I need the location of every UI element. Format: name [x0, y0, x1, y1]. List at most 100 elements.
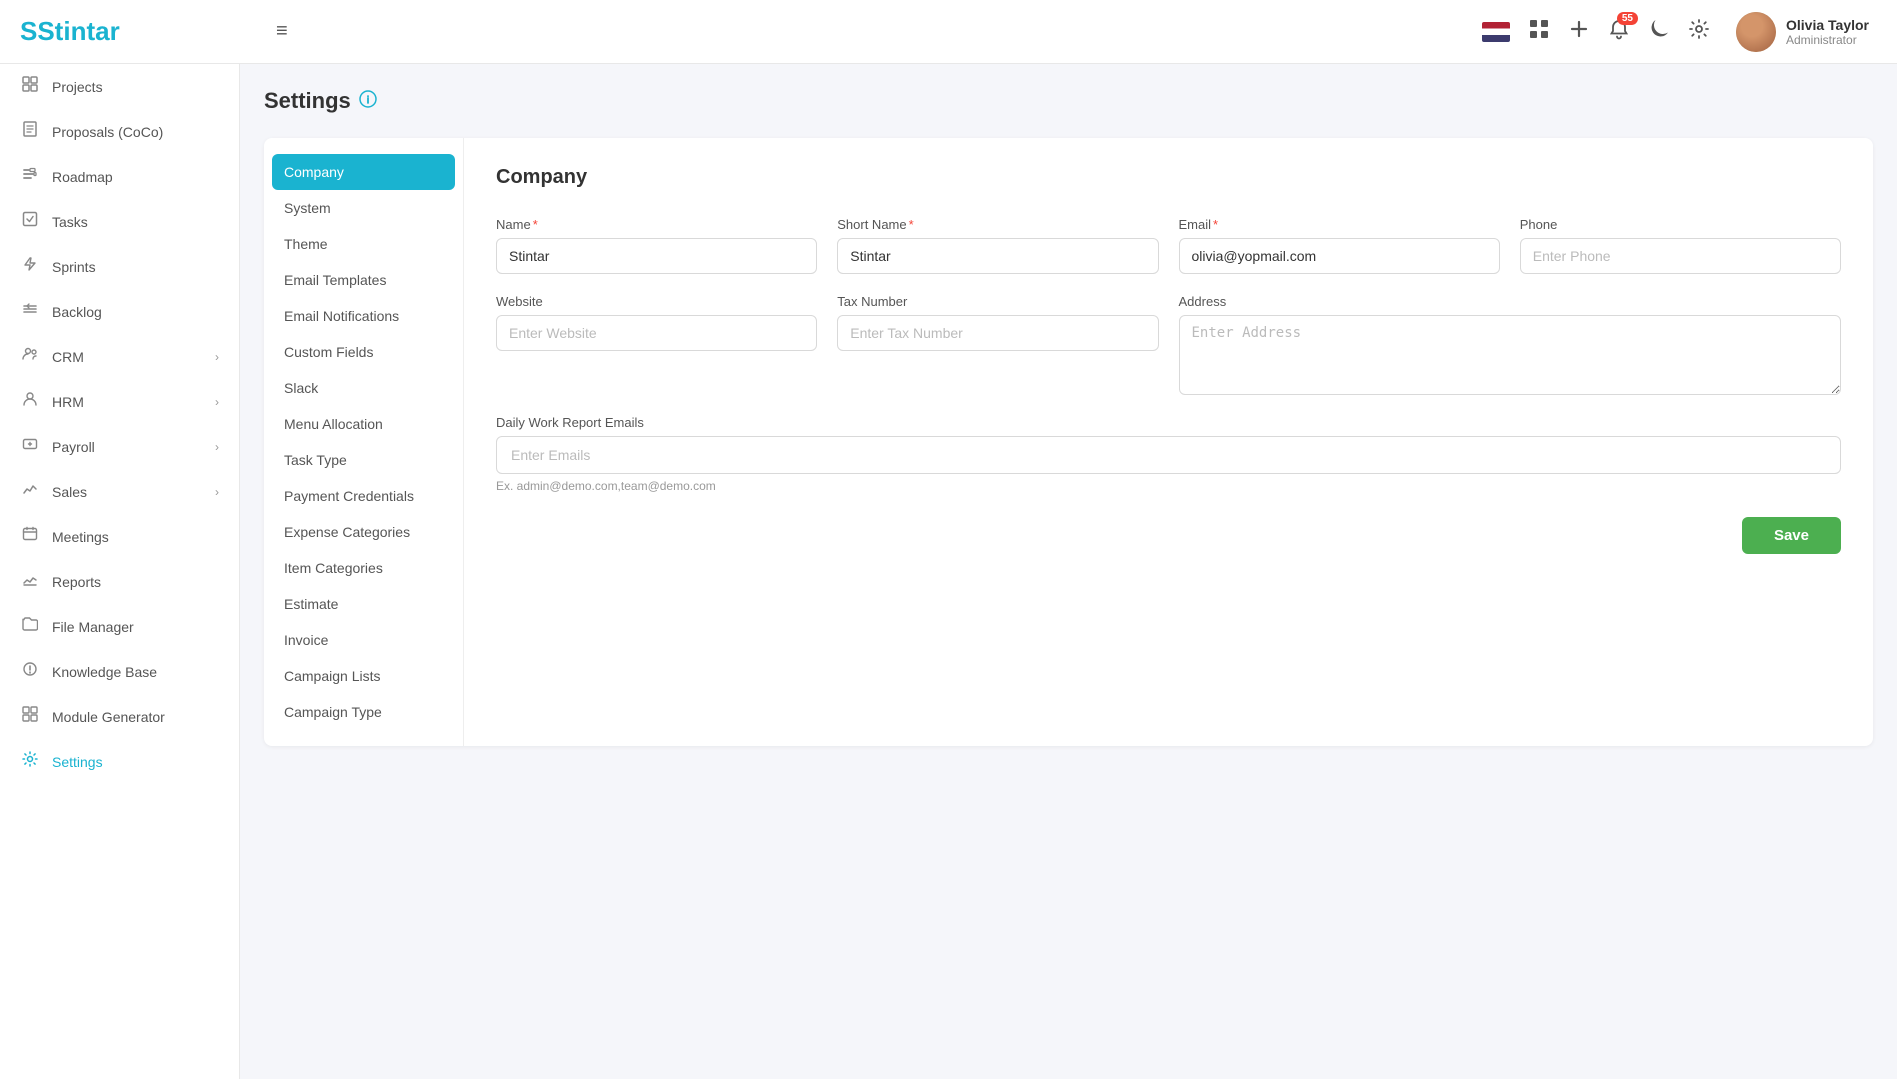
email-label: Email*	[1179, 217, 1500, 232]
settings-sidebar-icon	[20, 751, 40, 772]
sidebar-item-sales[interactable]: Sales ›	[0, 469, 239, 514]
page-title: Settings	[264, 88, 351, 114]
short-name-input[interactable]	[837, 238, 1158, 274]
sidebar-item-projects[interactable]: Projects	[0, 64, 239, 109]
sidebar-file-manager-label: File Manager	[52, 619, 134, 635]
sidebar-meetings-label: Meetings	[52, 529, 109, 545]
settings-nav-company[interactable]: Company	[272, 154, 455, 190]
main-layout: Projects Proposals (CoCo) Roadmap Tasks …	[0, 64, 1897, 1079]
settings-nav-estimate[interactable]: Estimate	[264, 586, 463, 622]
settings-nav-item-categories[interactable]: Item Categories	[264, 550, 463, 586]
settings-nav-expense-categories[interactable]: Expense Categories	[264, 514, 463, 550]
phone-input[interactable]	[1520, 238, 1841, 274]
header-icons-area: 55 Olivia Taylor Administrator	[1482, 8, 1877, 56]
page-header: Settings	[264, 88, 1873, 114]
company-settings-content: Company Name* Short Name*	[464, 138, 1873, 746]
sidebar-backlog-label: Backlog	[52, 304, 102, 320]
settings-nav-system[interactable]: System	[264, 190, 463, 226]
hrm-icon	[20, 391, 40, 412]
payroll-icon	[20, 436, 40, 457]
sidebar-item-tasks[interactable]: Tasks	[0, 199, 239, 244]
tasks-icon	[20, 211, 40, 232]
settings-nav-payment-credentials[interactable]: Payment Credentials	[264, 478, 463, 514]
sidebar-item-knowledge-base[interactable]: Knowledge Base	[0, 649, 239, 694]
sidebar-item-settings[interactable]: Settings	[0, 739, 239, 784]
settings-nav-theme[interactable]: Theme	[264, 226, 463, 262]
page-info-icon[interactable]	[359, 90, 377, 113]
notification-bell-icon[interactable]: 55	[1608, 18, 1630, 46]
sidebar-item-meetings[interactable]: Meetings	[0, 514, 239, 559]
phone-field-group: Phone	[1520, 217, 1841, 274]
settings-nav-campaign-type[interactable]: Campaign Type	[264, 694, 463, 730]
module-generator-icon	[20, 706, 40, 727]
settings-nav-email-notifications[interactable]: Email Notifications	[264, 298, 463, 334]
sidebar-tasks-label: Tasks	[52, 214, 88, 230]
meetings-icon	[20, 526, 40, 547]
settings-card: Company System Theme Email Templates Ema…	[264, 138, 1873, 746]
menu-toggle-button[interactable]: ≡	[276, 20, 288, 43]
tax-number-label: Tax Number	[837, 294, 1158, 309]
avatar	[1736, 12, 1776, 52]
user-profile-area[interactable]: Olivia Taylor Administrator	[1728, 8, 1877, 56]
settings-nav-invoice[interactable]: Invoice	[264, 622, 463, 658]
company-section-title: Company	[496, 166, 1841, 189]
sidebar-payroll-label: Payroll	[52, 439, 95, 455]
sidebar-item-proposals[interactable]: Proposals (CoCo)	[0, 109, 239, 154]
sidebar-module-generator-label: Module Generator	[52, 709, 165, 725]
website-input[interactable]	[496, 315, 817, 351]
sales-chevron-icon: ›	[215, 485, 219, 499]
sidebar-item-hrm[interactable]: HRM ›	[0, 379, 239, 424]
sidebar-item-crm[interactable]: CRM ›	[0, 334, 239, 379]
proposals-icon	[20, 121, 40, 142]
company-form-row2: Website Tax Number Address	[496, 294, 1841, 395]
daily-email-input[interactable]	[496, 436, 1841, 474]
settings-nav-campaign-lists[interactable]: Campaign Lists	[264, 658, 463, 694]
sidebar-proposals-label: Proposals (CoCo)	[52, 124, 163, 140]
settings-nav-task-type[interactable]: Task Type	[264, 442, 463, 478]
reports-icon	[20, 571, 40, 592]
daily-email-label: Daily Work Report Emails	[496, 415, 1841, 430]
sidebar-item-backlog[interactable]: Backlog	[0, 289, 239, 334]
language-flag-icon[interactable]	[1482, 22, 1510, 42]
sidebar-item-file-manager[interactable]: File Manager	[0, 604, 239, 649]
user-info: Olivia Taylor Administrator	[1786, 17, 1869, 47]
add-icon[interactable]	[1568, 18, 1590, 46]
main-content: Settings Company System Theme Email Temp…	[240, 64, 1897, 1079]
settings-icon[interactable]	[1688, 18, 1710, 46]
save-button[interactable]: Save	[1742, 517, 1841, 554]
sidebar-item-reports[interactable]: Reports	[0, 559, 239, 604]
logo-area: SStintar	[20, 16, 260, 47]
sidebar-item-payroll[interactable]: Payroll ›	[0, 424, 239, 469]
email-field-group: Email*	[1179, 217, 1500, 274]
name-input[interactable]	[496, 238, 817, 274]
name-label: Name*	[496, 217, 817, 232]
hrm-chevron-icon: ›	[215, 395, 219, 409]
file-manager-icon	[20, 616, 40, 637]
user-name: Olivia Taylor	[1786, 17, 1869, 33]
sidebar-item-roadmap[interactable]: Roadmap	[0, 154, 239, 199]
sprints-icon	[20, 256, 40, 277]
avatar-image	[1736, 12, 1776, 52]
dark-mode-icon[interactable]	[1648, 18, 1670, 46]
sidebar-item-sprints[interactable]: Sprints	[0, 244, 239, 289]
address-field-group: Address	[1179, 294, 1842, 395]
sidebar-settings-label: Settings	[52, 754, 103, 770]
grid-icon[interactable]	[1528, 18, 1550, 46]
sidebar-item-module-generator[interactable]: Module Generator	[0, 694, 239, 739]
email-required: *	[1213, 217, 1218, 232]
settings-nav-menu-allocation[interactable]: Menu Allocation	[264, 406, 463, 442]
crm-chevron-icon: ›	[215, 350, 219, 364]
sidebar-reports-label: Reports	[52, 574, 101, 590]
phone-label: Phone	[1520, 217, 1841, 232]
sales-icon	[20, 481, 40, 502]
sidebar-roadmap-label: Roadmap	[52, 169, 113, 185]
settings-nav-email-templates[interactable]: Email Templates	[264, 262, 463, 298]
address-input[interactable]	[1179, 315, 1842, 395]
tax-number-input[interactable]	[837, 315, 1158, 351]
settings-nav-slack[interactable]: Slack	[264, 370, 463, 406]
name-required: *	[533, 217, 538, 232]
settings-nav-custom-fields[interactable]: Custom Fields	[264, 334, 463, 370]
email-input[interactable]	[1179, 238, 1500, 274]
payroll-chevron-icon: ›	[215, 440, 219, 454]
logo-s-letter: S	[20, 16, 37, 46]
